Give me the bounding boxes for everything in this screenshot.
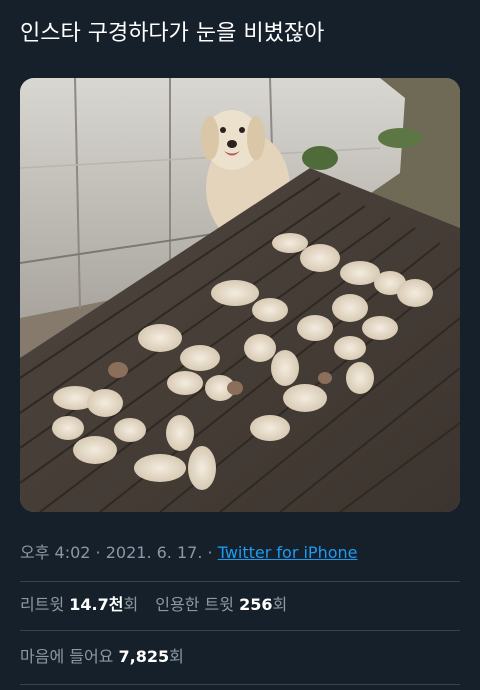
tweet-meta: 오후 4:02 · 2021. 6. 17. · Twitter for iPh… (20, 541, 358, 565)
tweet-photo[interactable] (20, 78, 460, 512)
quotes-unit: 회 (272, 595, 288, 614)
retweets-unit: 회 (123, 595, 139, 614)
quotes-stat[interactable]: 인용한 트윗 256회 (155, 595, 287, 614)
tweet-source-link[interactable]: Twitter for iPhone (218, 543, 358, 562)
quotes-label: 인용한 트윗 (155, 595, 234, 614)
meta-separator: · (202, 543, 218, 562)
retweets-count: 14.7천 (69, 595, 124, 614)
meta-separator: · (90, 543, 106, 562)
likes-label: 마음에 들어요 (20, 647, 114, 666)
tweet-date: 2021. 6. 17. (105, 543, 203, 562)
tweet-text: 인스타 구경하다가 눈을 비볐잖아 (20, 21, 325, 46)
retweets-stat[interactable]: 리트윗 14.7천회 (20, 595, 143, 614)
likes-count: 7,825 (118, 647, 170, 666)
likes-unit: 회 (169, 647, 184, 666)
retweets-label: 리트윗 (20, 595, 65, 614)
dog-photo-illustration (20, 78, 460, 512)
divider (20, 630, 460, 631)
divider (20, 684, 460, 685)
quotes-count: 256 (239, 595, 273, 614)
divider (20, 581, 460, 582)
likes-stats: 마음에 들어요 7,825회 (20, 645, 196, 669)
retweet-stats: 리트윗 14.7천회 인용한 트윗 256회 (20, 593, 299, 617)
tweet-time: 오후 4:02 (20, 543, 91, 562)
likes-stat[interactable]: 마음에 들어요 7,825회 (20, 647, 184, 666)
